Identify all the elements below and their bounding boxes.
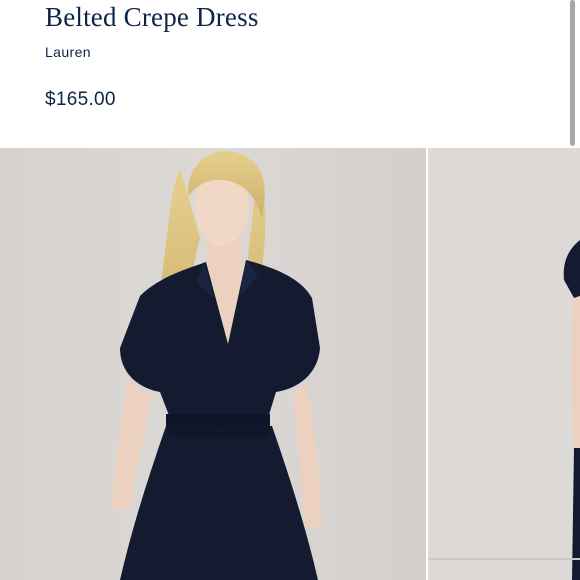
next-image-preview — [428, 148, 580, 580]
scrollbar[interactable] — [570, 0, 575, 146]
product-price: $165.00 — [45, 89, 116, 110]
product-image-gallery[interactable] — [0, 148, 580, 580]
product-image-next[interactable] — [428, 148, 580, 580]
product-header: Belted Crepe Dress Lauren $165.00 — [0, 0, 580, 148]
product-brand[interactable]: Lauren — [45, 44, 91, 60]
product-title: Belted Crepe Dress — [45, 2, 259, 32]
model-in-dress-illustration — [0, 148, 426, 580]
product-image-main[interactable] — [0, 148, 426, 580]
